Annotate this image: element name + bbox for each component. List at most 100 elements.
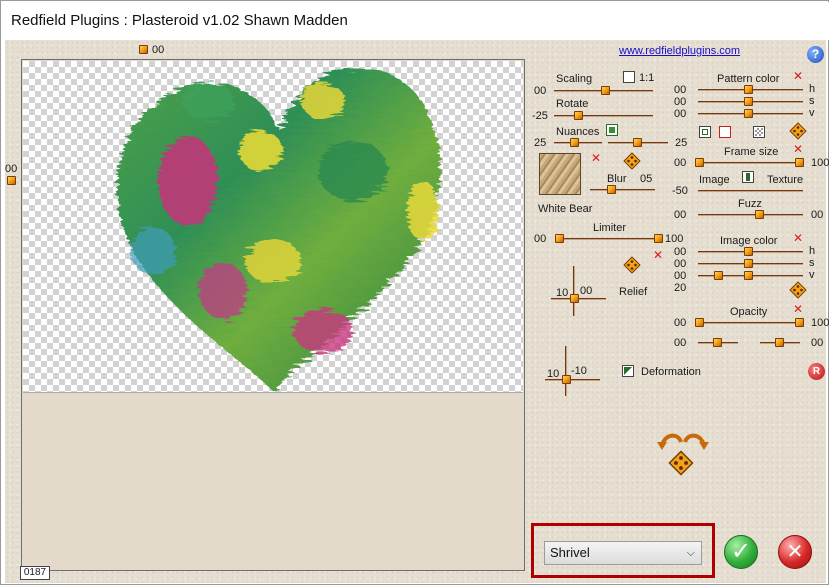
rotate-slider-track[interactable] bbox=[554, 115, 653, 117]
image-color-v-knob[interactable] bbox=[744, 271, 753, 280]
image-texture-track[interactable] bbox=[698, 190, 803, 192]
random-image-color-icon[interactable] bbox=[789, 281, 807, 299]
opacity-low-left-knob[interactable] bbox=[713, 338, 722, 347]
preview-vertical-offset-handle[interactable] bbox=[139, 45, 148, 54]
image-color-s-label: s bbox=[809, 257, 815, 269]
pattern-color-h-knob[interactable] bbox=[744, 85, 753, 94]
opacity-low-right-knob[interactable] bbox=[775, 338, 784, 347]
relief-vertical-track[interactable] bbox=[573, 266, 575, 316]
scaling-label: Scaling bbox=[556, 73, 593, 85]
texture-clear-icon[interactable]: ✕ bbox=[591, 152, 601, 164]
ok-button[interactable]: ✓ bbox=[724, 535, 758, 569]
opacity-max-knob[interactable] bbox=[795, 318, 804, 327]
image-texture-toggle[interactable] bbox=[742, 171, 754, 183]
pattern-color-clear-icon[interactable]: ✕ bbox=[793, 70, 803, 82]
preset-selected-value: Shrivel bbox=[550, 545, 590, 560]
relief-position-knob[interactable] bbox=[570, 294, 579, 303]
preview-top-value: 00 bbox=[152, 44, 165, 56]
texture-name: White Bear bbox=[538, 203, 593, 215]
deformation-v-value: -10 bbox=[571, 365, 587, 377]
random-relief-icon[interactable] bbox=[623, 256, 641, 274]
frame-size-label: Frame size bbox=[724, 146, 779, 158]
random-all-icon[interactable] bbox=[668, 450, 694, 476]
frame-size-track[interactable] bbox=[698, 162, 803, 164]
mode-toggle-grid[interactable] bbox=[753, 126, 765, 138]
preview-left-value: 00 bbox=[5, 163, 18, 175]
close-icon: ✕ bbox=[786, 541, 804, 563]
deformation-position-knob[interactable] bbox=[562, 375, 571, 384]
fuzz-track[interactable] bbox=[698, 214, 803, 216]
rotate-slider-knob[interactable] bbox=[574, 111, 583, 120]
deformation-checkbox[interactable] bbox=[622, 365, 634, 377]
deformation-vertical-track[interactable] bbox=[565, 346, 567, 396]
cancel-button[interactable]: ✕ bbox=[778, 535, 812, 569]
limiter-label: Limiter bbox=[593, 222, 627, 234]
opacity-max-value: 100 bbox=[811, 317, 829, 329]
one-to-one-checkbox[interactable] bbox=[623, 71, 635, 83]
pattern-color-v-value: 00 bbox=[674, 108, 687, 120]
opacity-clear-icon[interactable]: ✕ bbox=[793, 303, 803, 315]
image-color-h-knob[interactable] bbox=[744, 247, 753, 256]
image-color-label: Image color bbox=[720, 235, 778, 247]
redfield-website-link[interactable]: www.redfieldplugins.com bbox=[619, 45, 740, 57]
fuzz-label: Fuzz bbox=[738, 198, 762, 210]
preset-select[interactable]: Shrivel ⌵ bbox=[544, 541, 702, 565]
preview-panel[interactable] bbox=[21, 59, 525, 571]
fuzz-max-value: 00 bbox=[811, 209, 824, 221]
help-icon[interactable]: ? bbox=[807, 46, 824, 63]
pattern-color-label: Pattern color bbox=[717, 73, 780, 85]
opacity-min-knob[interactable] bbox=[695, 318, 704, 327]
pattern-color-s-knob[interactable] bbox=[744, 97, 753, 106]
limiter-slider-track[interactable] bbox=[556, 238, 660, 240]
blur-slider-track[interactable] bbox=[590, 189, 655, 191]
image-color-h-label: h bbox=[809, 245, 816, 257]
preview-transparency-grid bbox=[23, 61, 523, 393]
nuances-right-slider-knob[interactable] bbox=[633, 138, 642, 147]
preset-highlight-frame: Shrivel ⌵ bbox=[531, 523, 715, 578]
limiter-max-knob[interactable] bbox=[654, 234, 663, 243]
reset-button[interactable]: R bbox=[808, 363, 825, 380]
deformation-label: Deformation bbox=[641, 366, 701, 378]
image-color-s-knob[interactable] bbox=[744, 259, 753, 268]
scaling-slider-knob[interactable] bbox=[601, 86, 610, 95]
frame-size-max-knob[interactable] bbox=[795, 158, 804, 167]
random-texture-icon[interactable] bbox=[623, 152, 641, 170]
heart-preview-image bbox=[117, 67, 441, 391]
plugin-client-area: 00 00 0187 www.redfieldplugins.com ? Sca… bbox=[5, 40, 829, 583]
blur-slider-knob[interactable] bbox=[607, 185, 616, 194]
opacity-low-right-value: 00 bbox=[811, 337, 824, 349]
relief-clear-icon[interactable]: ✕ bbox=[653, 249, 663, 261]
opacity-label: Opacity bbox=[730, 306, 768, 318]
limiter-min-value: 00 bbox=[534, 233, 547, 245]
pattern-color-h-value: 00 bbox=[674, 84, 687, 96]
opacity-track[interactable] bbox=[698, 322, 803, 324]
image-color-h-value: 00 bbox=[674, 246, 687, 258]
limiter-min-knob[interactable] bbox=[555, 234, 564, 243]
image-color-extra-value: 20 bbox=[674, 282, 687, 294]
pattern-color-s-label: s bbox=[809, 95, 815, 107]
image-color-clear-icon[interactable]: ✕ bbox=[793, 232, 803, 244]
pattern-color-v-label: v bbox=[809, 107, 815, 119]
blur-value: 05 bbox=[640, 173, 653, 185]
fuzz-knob[interactable] bbox=[755, 210, 764, 219]
random-pattern-icon[interactable] bbox=[789, 122, 807, 140]
pattern-color-v-knob[interactable] bbox=[744, 109, 753, 118]
nuances-left-slider-knob[interactable] bbox=[570, 138, 579, 147]
rotate-value: -25 bbox=[532, 110, 548, 122]
nuances-palette-icon[interactable] bbox=[606, 124, 618, 136]
image-color-v-knob-left[interactable] bbox=[714, 271, 723, 280]
mode-toggle-pattern[interactable] bbox=[699, 126, 711, 138]
preview-counter: 0187 bbox=[20, 566, 50, 580]
frame-size-min-knob[interactable] bbox=[695, 158, 704, 167]
frame-size-clear-icon[interactable]: ✕ bbox=[793, 143, 803, 155]
blur-label: Blur bbox=[607, 173, 627, 185]
relief-label: Relief bbox=[619, 286, 648, 298]
mode-toggle-color[interactable] bbox=[719, 126, 731, 138]
preview-horizontal-offset-handle[interactable] bbox=[7, 176, 16, 185]
fuzz-min-value: 00 bbox=[674, 209, 687, 221]
window-title: Redfield Plugins : Plasteroid v1.02 Shaw… bbox=[2, 2, 829, 40]
relief-h-value: 10 bbox=[556, 287, 569, 299]
opacity-min-value: 00 bbox=[674, 317, 687, 329]
texture-swatch[interactable] bbox=[539, 153, 581, 195]
nuances-label: Nuances bbox=[556, 126, 600, 138]
